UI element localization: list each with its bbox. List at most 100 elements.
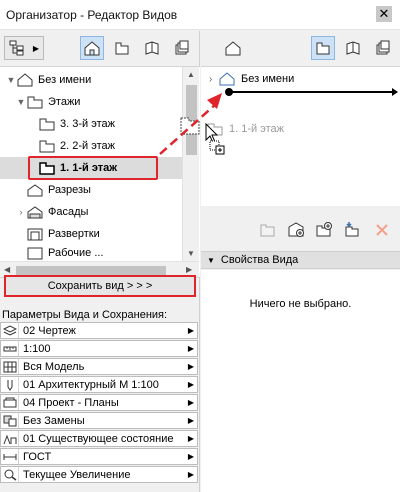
view-tree-root-label: Без имени [241, 73, 295, 85]
tree-item-interior-elevations[interactable]: Развертки [0, 223, 182, 245]
tree-item-project[interactable]: ▼ Без имени [0, 69, 182, 91]
renovation-filter-icon [1, 431, 19, 446]
param-dimensioning[interactable]: ГОСТ ▶ [0, 448, 198, 465]
param-graphic-override[interactable]: Без Замены ▶ [0, 412, 198, 429]
layout-book-icon [346, 41, 360, 55]
close-button[interactable]: ✕ [376, 6, 392, 22]
param-scale[interactable]: 1:100 ▶ [0, 340, 198, 357]
scroll-thumb[interactable] [186, 85, 197, 155]
param-renovation-filter[interactable]: 01 Существующее состояние ▶ [0, 430, 198, 447]
delete-button[interactable] [371, 219, 393, 241]
project-icon [16, 72, 34, 88]
tree-item-label: Развертки [48, 228, 100, 240]
param-zoom[interactable]: Текущее Увеличение ▶ [0, 466, 198, 483]
arrow-right-icon: ▶ [187, 452, 195, 461]
arrow-right-icon: ▶ [187, 362, 195, 371]
tree-mode-dropdown[interactable]: ▶ [4, 36, 44, 60]
tree-item-worksheets[interactable]: Рабочие ... [0, 245, 182, 261]
layout-book-button[interactable] [140, 36, 164, 60]
arrow-right-icon: ▶ [187, 470, 195, 479]
view-properties-title: Свойства Вида [220, 254, 299, 266]
new-view-icon [316, 222, 332, 237]
expand-chevron-icon[interactable]: › [16, 207, 26, 217]
new-folder-icon [260, 224, 275, 237]
expand-chevron-icon[interactable]: › [209, 74, 219, 85]
tree-item-story-2[interactable]: 2. 2-й этаж [0, 135, 182, 157]
scroll-left-icon[interactable]: ◀ [4, 265, 10, 274]
new-view-button[interactable] [313, 219, 335, 241]
house-icon [84, 41, 100, 56]
view-map-icon [316, 42, 330, 55]
arrow-right-icon: ▶ [187, 434, 195, 443]
selection-highlight-box [28, 156, 158, 180]
tree-item-sections[interactable]: Разрезы [0, 179, 182, 201]
collapse-chevron-icon[interactable]: ▼ [6, 75, 16, 85]
zoom-icon [1, 467, 19, 482]
clone-folder-button[interactable] [285, 219, 307, 241]
view-properties-body: Ничего не выбрано. [201, 270, 400, 492]
view-map-actions [201, 216, 400, 246]
elevations-icon [26, 204, 44, 220]
scroll-right-icon[interactable]: ▶ [186, 265, 192, 274]
param-value: 04 Проект - Планы [23, 396, 119, 409]
param-value: 1:100 [23, 342, 51, 355]
param-value: Вся Модель [23, 360, 85, 373]
tree-item-label: Этажи [48, 96, 81, 108]
left-toolbar: ▶ [0, 31, 200, 65]
insert-view-button[interactable] [341, 219, 363, 241]
project-tree[interactable]: ▼ Без имени ▼ Этажи 3. 3-й этаж 2. 2-й э… [0, 66, 200, 278]
tree-item-label: Рабочие ... [48, 247, 104, 259]
window-title: Организатор - Редактор Видов [6, 8, 178, 22]
collapse-triangle-icon[interactable]: ▼ [207, 256, 215, 265]
param-value: 01 Архитектурный М 1:100 [23, 378, 159, 391]
stories-folder-icon [26, 94, 44, 110]
tree-vertical-scrollbar[interactable]: ▲ ▼ [182, 67, 199, 261]
param-layer-combination[interactable]: 02 Чертеж ▶ [0, 322, 198, 339]
story-icon [207, 122, 225, 136]
collapse-chevron-icon[interactable]: ▼ [16, 97, 26, 107]
drag-ghost-label: 1. 1-й этаж [229, 123, 284, 135]
worksheets-icon [26, 245, 44, 261]
view-properties-header[interactable]: ▼ Свойства Вида [201, 251, 400, 269]
insert-view-icon [345, 222, 359, 237]
graphic-override-icon [1, 413, 19, 428]
publisher-sets-button[interactable] [371, 36, 395, 60]
scroll-down-icon[interactable]: ▼ [187, 249, 195, 258]
scroll-up-icon[interactable]: ▲ [187, 70, 195, 79]
scroll-thumb[interactable] [16, 266, 166, 275]
tree-item-story-3[interactable]: 3. 3-й этаж [0, 113, 182, 135]
arrow-right-icon: ▶ [187, 326, 195, 335]
arrow-right-icon: ▶ [187, 380, 195, 389]
dimensioning-icon [1, 449, 19, 464]
arrow-right-icon: ▶ [187, 398, 195, 407]
project-map-button[interactable] [221, 36, 245, 60]
param-value: Текущее Увеличение [23, 468, 131, 481]
view-tree-root[interactable]: › Без имени [201, 69, 400, 89]
dropdown-arrow-icon: ▶ [32, 44, 39, 53]
param-structure-display[interactable]: Вся Модель ▶ [0, 358, 198, 375]
house-icon [225, 41, 241, 56]
save-view-button[interactable]: Сохранить вид > > > [4, 275, 196, 297]
param-value: 01 Существующее состояние [23, 432, 174, 445]
project-icon [219, 72, 237, 86]
tree-item-elevations[interactable]: › Фасады [0, 201, 182, 223]
new-folder-button[interactable] [257, 219, 279, 241]
title-bar: Организатор - Редактор Видов ✕ [0, 0, 400, 30]
project-map-button[interactable] [80, 36, 104, 60]
param-value: Без Замены [23, 414, 85, 427]
param-value: ГОСТ [23, 450, 52, 463]
view-map-tree[interactable]: › Без имени 1. 1-й этаж [201, 66, 400, 206]
params-label: Параметры Вида и Сохранения: [2, 309, 168, 321]
left-pane: ▶ ▼ Без имени ▼ Этажи 3. 3-й этаж 2. 2-й… [0, 31, 200, 492]
layout-book-button[interactable] [341, 36, 365, 60]
tree-item-stories[interactable]: ▼ Этажи [0, 91, 182, 113]
view-map-button[interactable] [110, 36, 134, 60]
story-icon [38, 138, 56, 154]
pen-set-icon [1, 377, 19, 392]
publisher-sets-button[interactable] [170, 36, 194, 60]
layout-book-icon [145, 41, 159, 55]
layers-icon [1, 323, 19, 338]
view-map-button[interactable] [311, 36, 335, 60]
param-pen-set[interactable]: 01 Архитектурный М 1:100 ▶ [0, 376, 198, 393]
param-model-view-options[interactable]: 04 Проект - Планы ▶ [0, 394, 198, 411]
